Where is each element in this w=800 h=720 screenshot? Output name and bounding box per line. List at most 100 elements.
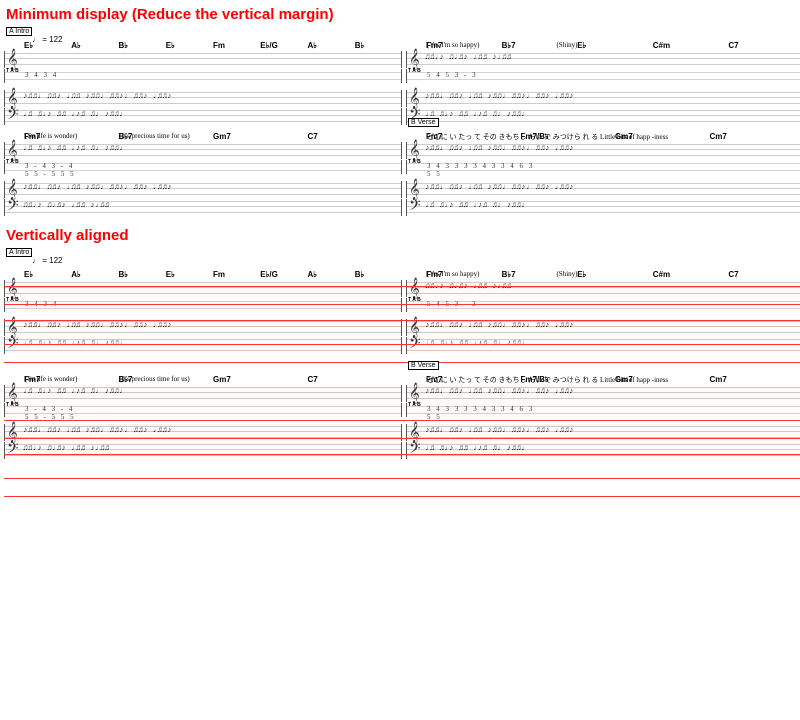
vocal-staff: 𝄞 (Yes I'm so happy) (Shiny) ♫♫♩♪ ♫♩♫♪ ♩… xyxy=(406,51,800,68)
notation: ♩♫ ♫♩♪ ♫♫ ♩♪♫ ♫♩ ♪♫♫♩ xyxy=(425,199,799,216)
chord: E♭/G xyxy=(260,270,307,279)
system-2-right: B Verse Fm7 Fm7/B♭ Gm7 Cm7 𝄞 どこに い たっ て … xyxy=(406,130,800,217)
tab-label: T A B xyxy=(408,160,421,164)
heading-minimum: Minimum display (Reduce the vertical mar… xyxy=(6,6,800,23)
bass-clef-icon: 𝄢 xyxy=(7,440,19,461)
vocal-staff: 𝄞 どこに い たっ て その きもちし だい で みつけら れ る Littl… xyxy=(406,142,800,159)
alignment-guide-line xyxy=(4,286,800,287)
treble-clef-icon: 𝄞 xyxy=(409,383,420,404)
system-row-1-aligned: A Intro ♩ = 122 E♭ A♭ B♭ E♭ Fm E♭/G A♭ B… xyxy=(4,248,800,355)
treble-clef-icon: 𝄞 xyxy=(7,383,18,404)
tab-label: T A B xyxy=(6,160,19,164)
notation: ♫♫♩♪ ♫♩♫♪ ♩♫♫ ♪♩♫♫ xyxy=(425,280,799,297)
piano-treble-staff: 𝄞♪♫♫♩ ♫♫♪ ♩♫♫ ♪♫♫♩ ♫♫♪♩ ♫♫♪ ♩♫♫♪ xyxy=(406,90,800,107)
piano-bass-staff: 𝄢♩♫ ♫♩♪ ♫♫ ♩♪♫ ♫♩ ♪♫♫♩ xyxy=(4,108,402,125)
notation: ♩♫ ♫♩♪ ♫♫ ♩♪♫ ♫♩ ♪♫♫♩ xyxy=(425,108,799,125)
lyrics: (So life is wonder) (It's precious time … xyxy=(25,375,397,383)
notation: ♪♫♫♩ ♫♫♪ ♩♫♫ ♪♫♫♩ ♫♫♪♩ ♫♫♪ ♩♫♫♪ xyxy=(425,319,799,336)
chord: E♭/G xyxy=(260,41,307,50)
tab-staff: T A B 3 4 3 4 xyxy=(4,69,402,83)
system-2-right-aligned: B Verse Fm7 Fm7/B♭ Gm7 Cm7 𝄞 どこに い たっ て … xyxy=(406,359,800,460)
notation: ♫♫♩♪ ♫♩♫♪ ♩♫♫ ♪♩♫♫ xyxy=(23,442,397,459)
section-marker-intro: A Intro xyxy=(6,27,32,36)
piano-bass-staff: 𝄢♫♫♩♪ ♫♩♫♪ ♩♫♫ ♪♩♫♫ xyxy=(4,199,402,216)
chord: B♭ xyxy=(119,270,166,279)
lyrics: (Yes I'm so happy) (Shiny) xyxy=(427,270,799,278)
system-2-left: Fm7 B♭7 Gm7 C7 𝄞 (So life is wonder) (It… xyxy=(4,130,402,217)
tab-numbers: 3 4 3 3 3 3 4 3 3 4 6 35 5 xyxy=(427,405,799,421)
tempo-marking: ♩ = 122 xyxy=(32,35,62,44)
chord: A♭ xyxy=(71,270,118,279)
tab-label: T A B xyxy=(6,298,19,302)
system-1-left: A Intro ♩ = 122 E♭ A♭ B♭ E♭ Fm E♭/G A♭ B… xyxy=(4,27,402,126)
vocal-staff: 𝄞 (So life is wonder) (It's precious tim… xyxy=(4,142,402,159)
piano-treble-staff: 𝄞♪♫♫♩ ♫♫♪ ♩♫♫ ♪♫♫♩ ♫♫♪♩ ♫♫♪ ♩♫♫♪ xyxy=(406,181,800,198)
bass-clef-icon: 𝄢 xyxy=(7,106,19,127)
notation: ♩♫ ♫♩♪ ♫♫ ♩♪♫ ♫♩ ♪♫♫♩ xyxy=(23,142,397,159)
tab-staff: T A B5 4 5 3 - 3 xyxy=(406,69,800,83)
tab-staff: T A B3 - 4 3 - 45 5 - 5 5 5 xyxy=(4,160,402,174)
lyrics: (So life is wonder) (It's precious time … xyxy=(25,132,397,140)
tab-numbers: 3 4 3 3 3 3 4 3 3 4 6 35 5 xyxy=(427,162,799,178)
notation: ♪♫♫♩ ♫♫♪ ♩♫♫ ♪♫♫♩ ♫♫♪♩ ♫♫♪ ♩♫♫♪ xyxy=(23,319,397,336)
chord: A♭ xyxy=(308,41,355,50)
piano-bass-staff: 𝄢♩♫ ♫♩♪ ♫♫ ♩♪♫ ♫♩ ♪♫♫♩ xyxy=(406,199,800,216)
alignment-guide-line xyxy=(4,344,800,345)
system-row-2: Fm7 B♭7 Gm7 C7 𝄞 (So life is wonder) (It… xyxy=(4,130,800,217)
piano-treble-staff: 𝄞♪♫♫♩ ♫♫♪ ♩♫♫ ♪♫♫♩ ♫♫♪♩ ♫♫♪ ♩♫♫♪ xyxy=(406,319,800,336)
tab-staff: T A B3 4 3 3 3 3 4 3 3 4 6 35 5 xyxy=(406,403,800,417)
notation: ♩♫ ♫♩♪ ♫♫ ♩♪♫ ♫♩ ♪♫♫♩ xyxy=(425,442,799,459)
vocal-staff: 𝄞 xyxy=(4,280,402,297)
alignment-guide-line xyxy=(4,304,800,305)
chord-row: E♭ A♭ B♭ E♭ Fm E♭/G A♭ B♭ xyxy=(4,270,402,279)
bass-clef-icon: 𝄢 xyxy=(7,197,19,218)
tab-label: T A B xyxy=(408,69,421,73)
section-marker-verse: B Verse xyxy=(408,118,439,127)
alignment-guide-line xyxy=(4,362,800,363)
treble-clef-icon: 𝄞 xyxy=(7,49,18,70)
piano-bass-staff: 𝄢♩♫ ♫♩♪ ♫♫ ♩♪♫ ♫♩ ♪♫♫♩ xyxy=(4,337,402,354)
system-1-left-aligned: A Intro ♩ = 122 E♭ A♭ B♭ E♭ Fm E♭/G A♭ B… xyxy=(4,248,402,355)
treble-clef-icon: 𝄞 xyxy=(7,140,18,161)
alignment-guide-line xyxy=(4,438,800,439)
chord: E♭ xyxy=(166,41,213,50)
bass-clef-icon: 𝄢 xyxy=(409,440,421,461)
section-marker-verse: B Verse xyxy=(408,361,439,370)
tab-label: T A B xyxy=(408,298,421,302)
tab-numbers: 3 - 4 3 - 45 5 - 5 5 5 xyxy=(25,162,397,178)
vocal-staff: 𝄞 (So life is wonder) (It's precious tim… xyxy=(4,385,402,402)
chord: E♭ xyxy=(24,270,71,279)
notation: ♪♫♫♩ ♫♫♪ ♩♫♫ ♪♫♫♩ ♫♫♪♩ ♫♫♪ ♩♫♫♪ xyxy=(425,142,799,159)
chord: B♭ xyxy=(355,270,402,279)
bass-clef-icon: 𝄢 xyxy=(7,335,19,356)
system-1-right: Fm7 B♭7 E♭ C#m C7 𝄞 (Yes I'm so happy) (… xyxy=(406,27,800,126)
score-minimum: A Intro ♩ = 122 E♭ A♭ B♭ E♭ Fm E♭/G A♭ B… xyxy=(4,27,800,217)
tab-staff: T A B3 4 3 3 3 3 4 3 3 4 6 35 5 xyxy=(406,160,800,174)
lyrics: どこに い たっ て その きもちし だい で みつけら れ る Little … xyxy=(427,132,799,142)
system-row-2-aligned: Fm7 B♭7 Gm7 C7 𝄞 (So life is wonder) (It… xyxy=(4,359,800,460)
treble-clef-icon: 𝄞 xyxy=(409,49,420,70)
notation: ♩♫ ♫♩♪ ♫♫ ♩♪♫ ♫♩ ♪♫♫♩ xyxy=(23,108,397,125)
alignment-guide-line xyxy=(4,496,800,497)
system-row-1: A Intro ♩ = 122 E♭ A♭ B♭ E♭ Fm E♭/G A♭ B… xyxy=(4,27,800,126)
alignment-guide-line xyxy=(4,320,800,321)
piano-treble-staff: 𝄞♪♫♫♩ ♫♫♪ ♩♫♫ ♪♫♫♩ ♫♫♪♩ ♫♫♪ ♩♫♫♪ xyxy=(4,319,402,336)
tab-numbers: 3 4 3 4 xyxy=(25,71,397,79)
notation: ♩♫ ♫♩♪ ♫♫ ♩♪♫ ♫♩ ♪♫♫♩ xyxy=(23,337,397,354)
piano-bass-staff: 𝄢♫♫♩♪ ♫♩♫♪ ♩♫♫ ♪♩♫♫ xyxy=(4,442,402,459)
piano-treble-staff: 𝄞♪♫♫♩ ♫♫♪ ♩♫♫ ♪♫♫♩ ♫♫♪♩ ♫♫♪ ♩♫♫♪ xyxy=(4,181,402,198)
chord: A♭ xyxy=(308,270,355,279)
treble-clef-icon: 𝄞 xyxy=(409,278,420,299)
chord: B♭ xyxy=(355,41,402,50)
piano-bass-staff: 𝄢♩♫ ♫♩♪ ♫♫ ♩♪♫ ♫♩ ♪♫♫♩ xyxy=(406,442,800,459)
chord: A♭ xyxy=(71,41,118,50)
tab-label: T A B xyxy=(6,69,19,73)
alignment-guide-line xyxy=(4,478,800,479)
chord: Fm xyxy=(213,270,260,279)
chord: Fm xyxy=(213,41,260,50)
piano-bass-staff: 𝄢♩♫ ♫♩♪ ♫♫ ♩♪♫ ♫♩ ♪♫♫♩ xyxy=(406,108,800,125)
score-aligned: A Intro ♩ = 122 E♭ A♭ B♭ E♭ Fm E♭/G A♭ B… xyxy=(4,248,800,460)
section-marker-intro: A Intro xyxy=(6,248,32,257)
notation: ♪♫♫♩ ♫♫♪ ♩♫♫ ♪♫♫♩ ♫♫♪♩ ♫♫♪ ♩♫♫♪ xyxy=(425,385,799,402)
vocal-staff: 𝄞 どこに い たっ て その きもちし だい で みつけら れ る Littl… xyxy=(406,385,800,402)
